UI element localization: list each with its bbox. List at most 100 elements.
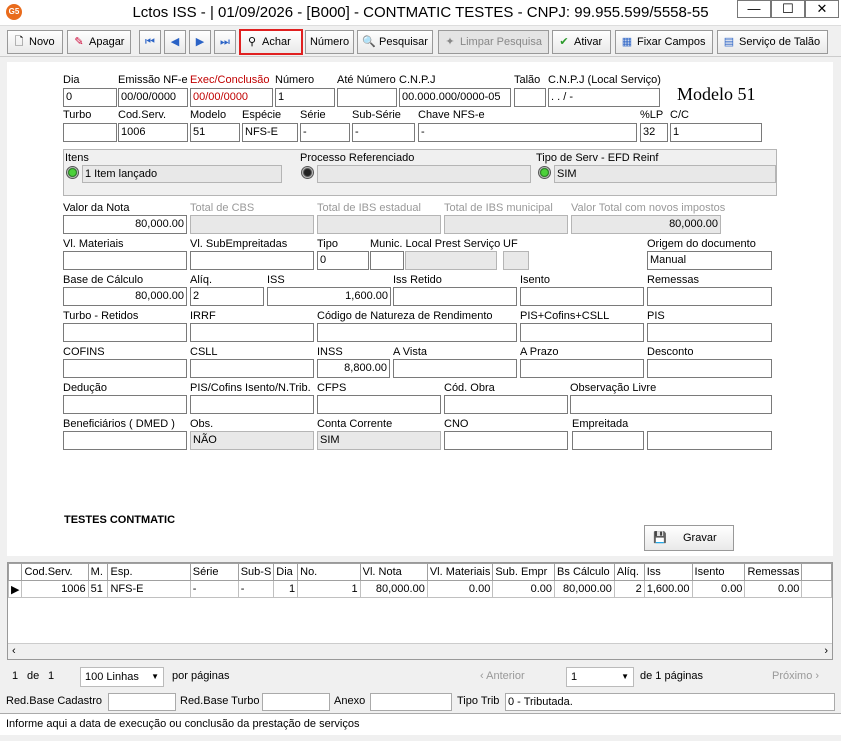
cell-dia[interactable]: 1: [273, 580, 299, 598]
total-ibs-municipal-field[interactable]: [444, 215, 568, 234]
cell-m[interactable]: 51: [87, 580, 109, 598]
modelo-field[interactable]: 51: [190, 123, 240, 142]
horizontal-scrollbar[interactable]: ‹ ›: [8, 643, 832, 659]
deducao-field[interactable]: [63, 395, 187, 414]
cell-isento[interactable]: 0.00: [691, 580, 746, 598]
munic-local-code-field[interactable]: [370, 251, 404, 270]
col-remessas[interactable]: Remessas: [744, 563, 803, 581]
tipo-trib-field[interactable]: 0 - Tributada.: [505, 693, 835, 711]
col-aliq[interactable]: Alíq.: [613, 563, 645, 581]
maximize-button[interactable]: ☐: [771, 0, 805, 18]
achar-button[interactable]: ⚲ Achar: [239, 29, 303, 55]
cfps-field[interactable]: [317, 395, 441, 414]
valor-total-novos-field[interactable]: 80,000.00: [571, 215, 721, 234]
anterior-button[interactable]: ‹ Anterior: [480, 670, 525, 682]
lines-per-page-select[interactable]: 100 Linhas ▼: [80, 667, 164, 687]
cnpj-field[interactable]: 00.000.000/0000-05: [399, 88, 511, 107]
tipo-field[interactable]: 0: [317, 251, 369, 270]
tipo-serv-field[interactable]: SIM: [554, 165, 776, 183]
pis-cofins-csll-field[interactable]: [520, 323, 644, 342]
turbo-retidos-field[interactable]: [63, 323, 187, 342]
talao-field[interactable]: [514, 88, 546, 107]
cno-field[interactable]: [444, 431, 568, 450]
close-button[interactable]: ✕: [805, 0, 839, 18]
next-record-button[interactable]: ▶: [189, 30, 211, 54]
col-dia[interactable]: Dia: [273, 563, 299, 581]
cell-serie[interactable]: -: [189, 580, 239, 598]
scroll-left-icon[interactable]: ‹: [12, 645, 16, 657]
iss-field[interactable]: 1,600.00: [267, 287, 391, 306]
cc-field[interactable]: 1: [670, 123, 762, 142]
proximo-button[interactable]: Próximo ›: [772, 670, 819, 682]
cod-natureza-field[interactable]: [317, 323, 517, 342]
cell-cod-serv[interactable]: 1006: [21, 580, 89, 598]
scroll-right-icon[interactable]: ›: [824, 645, 828, 657]
remessas-field[interactable]: [647, 287, 772, 306]
ate-numero-field[interactable]: [337, 88, 397, 107]
col-isento[interactable]: Isento: [691, 563, 746, 581]
col-vl-materiais[interactable]: Vl. Materiais: [426, 563, 494, 581]
serie-field[interactable]: -: [300, 123, 350, 142]
col-iss[interactable]: Iss: [643, 563, 693, 581]
pis-field[interactable]: [647, 323, 772, 342]
cofins-field[interactable]: [63, 359, 187, 378]
valor-nota-field[interactable]: 80,000.00: [63, 215, 187, 234]
col-sub-empr[interactable]: Sub. Empr: [492, 563, 556, 581]
last-record-button[interactable]: ⏭: [214, 30, 236, 54]
cell-esp[interactable]: NFS-E: [107, 580, 191, 598]
col-bs-calculo[interactable]: Bs Cálculo: [554, 563, 615, 581]
aliq-field[interactable]: 2: [190, 287, 264, 306]
vl-materiais-field[interactable]: [63, 251, 187, 270]
a-vista-field[interactable]: [393, 359, 517, 378]
inss-field[interactable]: 8,800.00: [317, 359, 390, 378]
itens-field[interactable]: 1 Item lançado: [82, 165, 282, 183]
lp-field[interactable]: 32: [640, 123, 668, 142]
cell-aliq[interactable]: 2: [613, 580, 645, 598]
total-cbs-field[interactable]: [190, 215, 314, 234]
pis-cofins-isento-field[interactable]: [190, 395, 314, 414]
cell-vl-nota[interactable]: 80,000.00: [359, 580, 428, 598]
munic-local-field[interactable]: [405, 251, 497, 270]
cell-iss[interactable]: 1,600.00: [643, 580, 693, 598]
numero-field[interactable]: 1: [275, 88, 335, 107]
anexo-field[interactable]: [370, 693, 452, 711]
cell-vl-materiais[interactable]: 0.00: [426, 580, 494, 598]
gravar-button[interactable]: 💾 Gravar: [644, 525, 734, 551]
col-vl-nota[interactable]: Vl. Nota: [359, 563, 428, 581]
pesquisar-button[interactable]: 🔍 Pesquisar: [357, 30, 433, 54]
first-record-button[interactable]: ⏮: [139, 30, 161, 54]
processo-field[interactable]: [317, 165, 531, 183]
col-no[interactable]: No.: [297, 563, 361, 581]
total-ibs-estadual-field[interactable]: [317, 215, 441, 234]
minimize-button[interactable]: —: [737, 0, 771, 18]
red-base-turbo-field[interactable]: [262, 693, 330, 711]
limpar-pesquisa-button[interactable]: ✦ Limpar Pesquisa: [438, 30, 549, 54]
previous-record-button[interactable]: ◀: [164, 30, 186, 54]
col-esp[interactable]: Esp.: [107, 563, 191, 581]
cell-no[interactable]: 1: [297, 580, 361, 598]
cod-obra-field[interactable]: [444, 395, 568, 414]
exec-conclusao-field[interactable]: 00/00/0000: [190, 88, 273, 107]
cell-sub-empr[interactable]: 0.00: [492, 580, 556, 598]
cell-remessas[interactable]: 0.00: [744, 580, 803, 598]
irrf-field[interactable]: [190, 323, 314, 342]
novo-button[interactable]: 🗋 Novo: [7, 30, 63, 54]
col-serie[interactable]: Série: [189, 563, 239, 581]
servico-talao-button[interactable]: ▤ Serviço de Talão: [717, 30, 828, 54]
empreitada-field[interactable]: [572, 431, 644, 450]
cell-sub-s[interactable]: -: [237, 580, 275, 598]
vl-subempreitadas-field[interactable]: [190, 251, 314, 270]
origem-field[interactable]: Manual: [647, 251, 772, 270]
turbo-field[interactable]: [63, 123, 117, 142]
desconto-field[interactable]: [647, 359, 772, 378]
col-cod-serv[interactable]: Cod.Serv.: [21, 563, 89, 581]
red-base-cadastro-field[interactable]: [108, 693, 176, 711]
chave-nfse-field[interactable]: -: [418, 123, 637, 142]
obs-field[interactable]: NÃO: [190, 431, 314, 450]
emissao-field[interactable]: 00/00/0000: [118, 88, 188, 107]
apagar-button[interactable]: ✎ Apagar: [67, 30, 131, 54]
beneficiarios-field[interactable]: [63, 431, 187, 450]
current-page-select[interactable]: 1 ▼: [566, 667, 634, 687]
cnpj-local-field[interactable]: . . / -: [548, 88, 660, 107]
obs-livre-field[interactable]: [570, 395, 772, 414]
